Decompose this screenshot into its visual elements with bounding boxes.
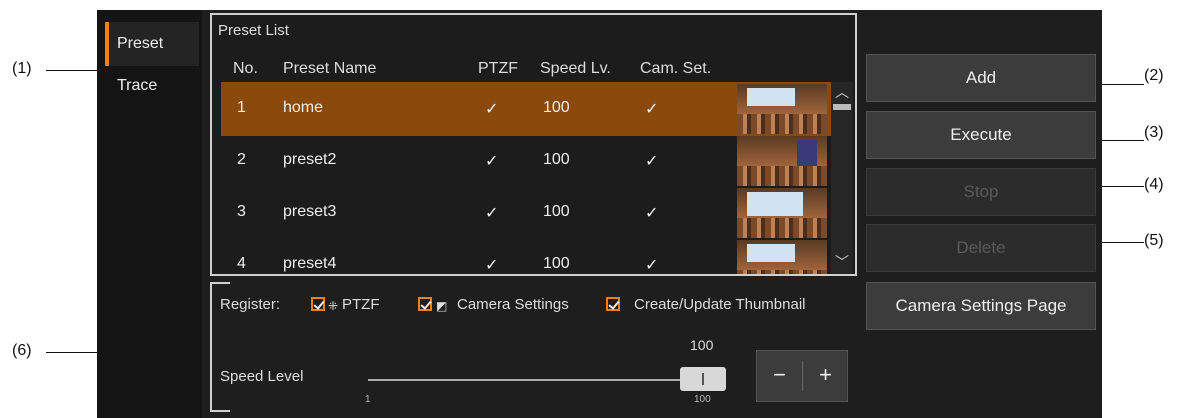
- callout-4: (4): [1144, 176, 1164, 193]
- speed-value: 100: [690, 337, 714, 353]
- register-label: Register:: [220, 296, 281, 313]
- camera-settings-checkbox-label: Camera Settings: [457, 296, 569, 313]
- ptzf-icon: ⁜: [328, 299, 339, 313]
- camera-settings-page-button[interactable]: Camera Settings Page: [866, 282, 1096, 330]
- execute-button[interactable]: Execute: [866, 111, 1096, 159]
- sidebar-item-trace[interactable]: Trace: [105, 64, 199, 108]
- row-name: preset4: [283, 255, 337, 272]
- callout-5: (5): [1144, 232, 1164, 249]
- column-header-speed: Speed Lv.: [540, 60, 611, 77]
- column-header-name: Preset Name: [283, 60, 377, 77]
- row-no: 4: [237, 255, 246, 272]
- row-ptzf: ✓: [485, 153, 499, 170]
- table-row[interactable]: 2 preset2 ✓ 100 ✓: [221, 134, 831, 188]
- stop-button[interactable]: Stop: [866, 168, 1096, 216]
- column-header-no: No.: [233, 60, 258, 77]
- delete-button[interactable]: Delete: [866, 224, 1096, 272]
- row-camset: ✓: [645, 101, 659, 118]
- callout-1: (1): [12, 60, 32, 77]
- camera-settings-icon: ◩: [436, 299, 448, 313]
- row-name: home: [283, 99, 324, 116]
- callout-2: (2): [1144, 67, 1164, 84]
- callout-6: (6): [12, 342, 32, 359]
- speed-stepper: − +: [756, 350, 848, 402]
- speed-max-label: 100: [694, 394, 711, 405]
- row-camset: ✓: [645, 257, 659, 274]
- sidebar-item-label: Trace: [117, 77, 158, 94]
- speed-slider-handle[interactable]: [680, 367, 726, 391]
- column-header-camset: Cam. Set.: [640, 60, 712, 77]
- row-ptzf: ✓: [485, 257, 499, 274]
- speed-min-label: 1: [365, 394, 371, 405]
- callout-3: (3): [1144, 124, 1164, 141]
- row-speed: 100: [543, 99, 570, 116]
- row-speed: 100: [543, 203, 570, 220]
- row-name: preset3: [283, 203, 337, 220]
- ptzf-checkbox-label: PTZF: [342, 296, 380, 313]
- add-button[interactable]: Add: [866, 54, 1096, 102]
- row-camset: ✓: [645, 205, 659, 222]
- table-row[interactable]: 3 preset3 ✓ 100 ✓: [221, 186, 831, 240]
- sidebar-item-label: Preset: [117, 35, 164, 52]
- plus-button[interactable]: +: [803, 351, 848, 401]
- scrollbar-thumb[interactable]: [833, 104, 851, 110]
- chevron-up-icon[interactable]: ︿: [831, 82, 853, 102]
- create-thumbnail-checkbox[interactable]: [606, 297, 620, 311]
- minus-button[interactable]: −: [757, 351, 802, 401]
- row-no: 1: [237, 99, 246, 116]
- preset-thumbnail: [737, 136, 827, 186]
- preset-thumbnail: [737, 84, 827, 134]
- preset-thumbnail: [737, 188, 827, 238]
- preset-thumbnail: [737, 240, 827, 274]
- row-speed: 100: [543, 255, 570, 272]
- column-header-ptzf: PTZF: [478, 60, 518, 77]
- row-name: preset2: [283, 151, 337, 168]
- ptzf-checkbox[interactable]: [311, 297, 325, 311]
- camera-settings-checkbox[interactable]: [418, 297, 432, 311]
- row-ptzf: ✓: [485, 205, 499, 222]
- sidebar: Preset Trace: [97, 10, 202, 418]
- table-row[interactable]: 1 home ✓ 100 ✓: [221, 82, 831, 136]
- create-thumbnail-checkbox-label: Create/Update Thumbnail: [634, 296, 806, 313]
- preset-list-title: Preset List: [218, 22, 289, 39]
- chevron-down-icon[interactable]: ﹀: [831, 252, 853, 272]
- list-scrollbar[interactable]: [831, 82, 853, 274]
- speed-slider-track[interactable]: [368, 379, 703, 381]
- row-speed: 100: [543, 151, 570, 168]
- speed-level-label: Speed Level: [220, 368, 304, 385]
- row-camset: ✓: [645, 153, 659, 170]
- table-row[interactable]: 4 preset4 ✓ 100 ✓: [221, 238, 831, 274]
- row-no: 3: [237, 203, 246, 220]
- sidebar-item-preset[interactable]: Preset: [105, 22, 199, 66]
- row-ptzf: ✓: [485, 101, 499, 118]
- row-no: 2: [237, 151, 246, 168]
